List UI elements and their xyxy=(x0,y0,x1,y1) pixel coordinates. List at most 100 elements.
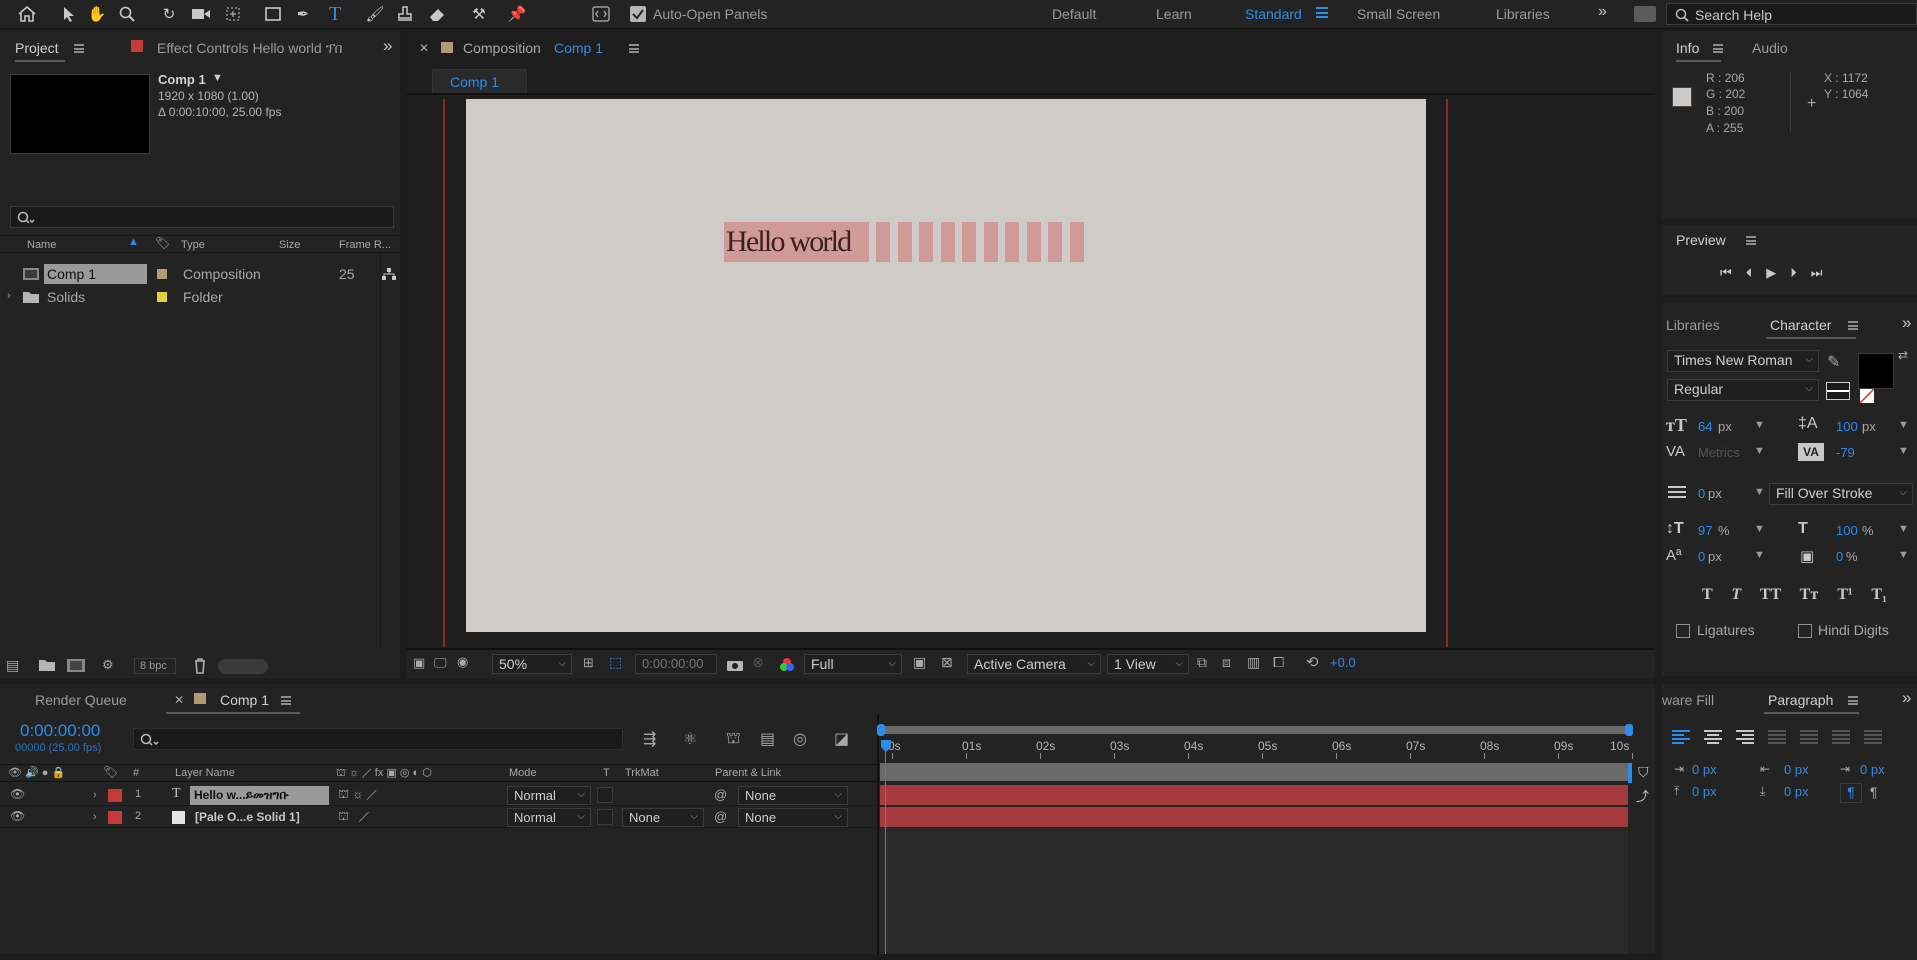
sync-settings-icon[interactable] xyxy=(1634,6,1656,22)
close-tab-icon[interactable]: ✕ xyxy=(419,41,429,55)
puppet-pin-tool-icon[interactable]: 📌 xyxy=(506,3,528,25)
pickwhip-icon[interactable]: @ xyxy=(714,809,727,824)
justify-all-icon[interactable] xyxy=(1864,730,1884,744)
layer-label-color[interactable] xyxy=(108,789,122,802)
space-before-value[interactable]: 0 px xyxy=(1692,784,1717,799)
tracking-value[interactable]: -79 xyxy=(1836,445,1855,460)
eraser-tool-icon[interactable] xyxy=(426,3,448,25)
timeline-icon[interactable]: ▥ xyxy=(1247,654,1260,671)
label-column-icon[interactable]: 🏷 xyxy=(155,236,170,250)
tab-libraries[interactable]: Libraries xyxy=(1666,317,1720,333)
tab-character[interactable]: Character xyxy=(1770,317,1831,333)
eyedropper-icon[interactable]: ✎ xyxy=(1827,352,1840,372)
baseline-shift-value[interactable]: 0 xyxy=(1698,549,1705,564)
subscript-icon[interactable]: T₁ xyxy=(1871,586,1886,603)
project-settings-icon[interactable]: ⚙ xyxy=(102,657,114,673)
tab-render-queue[interactable]: Render Queue xyxy=(35,692,127,708)
draft-3d-icon[interactable]: ⚛ xyxy=(683,729,697,749)
toggle-pixel-aspect-icon[interactable]: ⧉ xyxy=(1197,654,1207,671)
faux-italic-icon[interactable]: T xyxy=(1731,586,1741,603)
type-tool-icon[interactable]: T xyxy=(324,3,346,25)
layer-keyframe-icon[interactable]: ⤴ xyxy=(1636,786,1649,805)
workspace-libraries[interactable]: Libraries xyxy=(1496,6,1550,22)
trkmat-dropdown[interactable]: None ⌵ xyxy=(622,808,704,827)
rtl-direction-icon[interactable]: ¶ xyxy=(1870,784,1878,800)
fill-color-swatch[interactable] xyxy=(1858,353,1894,389)
kerning-value[interactable]: Metrics xyxy=(1698,445,1740,460)
workspace-standard[interactable]: Standard xyxy=(1245,6,1302,22)
small-caps-icon[interactable]: Tт xyxy=(1800,586,1819,603)
column-mode[interactable]: Mode xyxy=(509,767,537,779)
tab-info[interactable]: Info xyxy=(1676,40,1699,56)
superscript-icon[interactable]: T¹ xyxy=(1837,586,1852,603)
workspace-learn[interactable]: Learn xyxy=(1156,6,1192,22)
horizontal-scale-value[interactable]: 100 xyxy=(1836,523,1858,538)
layer-label-color[interactable] xyxy=(108,811,122,824)
font-size-dropdown-icon[interactable]: ▼ xyxy=(1754,419,1765,431)
tab-timeline-comp[interactable]: Comp 1 xyxy=(220,692,269,708)
composition-canvas[interactable]: Hello world xyxy=(466,99,1426,632)
work-area-bar[interactable] xyxy=(880,726,1630,734)
faux-bold-icon[interactable]: T xyxy=(1702,586,1712,603)
visibility-eye-icon[interactable]: 👁 xyxy=(10,809,25,823)
timeline-search-input[interactable] xyxy=(133,728,623,750)
stroke-width-value[interactable]: 0 xyxy=(1698,486,1705,501)
font-style-dropdown[interactable]: Regular ⌵ xyxy=(1667,379,1819,401)
visibility-eye-icon[interactable]: 👁 xyxy=(10,787,25,801)
expand-chevron-icon[interactable]: › xyxy=(93,789,97,801)
column-type[interactable]: Type xyxy=(181,239,205,251)
hindi-digits-checkbox[interactable] xyxy=(1798,624,1812,638)
tab-project[interactable]: Project xyxy=(15,40,59,58)
tab-ware-fill[interactable]: ware Fill xyxy=(1662,692,1714,708)
more-workspaces-icon[interactable]: » xyxy=(1598,3,1607,21)
brush-tool-icon[interactable]: 🖌 xyxy=(364,3,386,25)
parent-dropdown[interactable]: None ⌵ xyxy=(738,808,848,827)
project-item-solids[interactable]: › Solids Folder xyxy=(0,286,400,308)
tsume-value[interactable]: 0 xyxy=(1836,549,1843,564)
next-frame-icon[interactable]: ⏵ xyxy=(1790,265,1811,280)
current-timecode[interactable]: 0:00:00:00 xyxy=(20,721,100,741)
indent-first-value[interactable]: 0 px xyxy=(1860,762,1885,777)
canvas-text[interactable]: Hello world xyxy=(726,225,852,259)
transparency-grid-icon[interactable]: ⊠ xyxy=(941,654,953,671)
label-color[interactable] xyxy=(157,292,167,302)
time-ruler[interactable]: 0s 01s 02s 03s 04s 05s 06s 07s 08s 09s 10s xyxy=(880,736,1633,759)
frame-blending-icon[interactable]: ▤ xyxy=(760,729,775,749)
layer-row-1[interactable]: 👁 › 1 T Hello w...ይመዝግቡ ⛫ ☼ ⟋ Normal ⌵ @ … xyxy=(0,785,877,806)
tsume-dropdown-icon[interactable]: ▼ xyxy=(1898,549,1909,561)
layer-2-duration-bar[interactable] xyxy=(880,807,1628,827)
space-after-value[interactable]: 0 px xyxy=(1784,784,1809,799)
expand-chevron-icon[interactable]: › xyxy=(7,290,11,302)
comp-subtab[interactable]: Comp 1 xyxy=(432,69,527,93)
workspace-small-screen[interactable]: Small Screen xyxy=(1357,6,1440,22)
column-trkmat[interactable]: TrkMat xyxy=(625,767,659,779)
indent-left-value[interactable]: 0 px xyxy=(1692,762,1717,777)
comp-marker-bin-icon[interactable]: ⛉ xyxy=(1638,764,1649,781)
home-icon[interactable] xyxy=(16,3,38,25)
work-area-start-handle[interactable] xyxy=(877,724,885,736)
show-snapshot-icon[interactable]: ⊗ xyxy=(752,654,764,671)
column-frame-rate[interactable]: Frame R... xyxy=(339,239,391,251)
work-area-end-handle[interactable] xyxy=(1625,724,1633,736)
fit-icon[interactable]: ⊞ xyxy=(583,655,594,671)
preserve-transparency-toggle[interactable] xyxy=(597,809,613,825)
column-size[interactable]: Size xyxy=(279,239,300,251)
sort-ascending-icon[interactable]: ▲ xyxy=(128,236,139,248)
column-layer-name[interactable]: Layer Name xyxy=(175,767,235,779)
current-time-field[interactable]: 0:00:00:00 xyxy=(635,654,717,674)
comp-mini-flowchart-icon[interactable]: ⇶ xyxy=(643,729,656,749)
paragraph-menu-icon[interactable] xyxy=(1848,696,1858,705)
panel-overflow-icon[interactable]: » xyxy=(1902,688,1911,708)
close-tab-icon[interactable]: ✕ xyxy=(174,693,184,707)
previous-frame-icon[interactable]: ⏴ xyxy=(1746,265,1767,280)
vertical-scale-value[interactable]: 97 xyxy=(1698,523,1712,538)
primary-viewer-icon[interactable]: 🖵 xyxy=(434,655,447,671)
shy-switch-icon[interactable]: ⛫ ☼ ⟋ xyxy=(338,787,377,803)
all-caps-icon[interactable]: TT xyxy=(1760,586,1781,603)
no-stroke-icon[interactable] xyxy=(1860,389,1874,403)
stroke-width-dropdown-icon[interactable]: ▼ xyxy=(1754,486,1765,498)
expand-chevron-icon[interactable]: › xyxy=(93,811,97,823)
workspace-menu-icon[interactable] xyxy=(1316,7,1328,18)
justify-last-left-icon[interactable] xyxy=(1768,730,1788,744)
pan-behind-tool-icon[interactable] xyxy=(222,3,244,25)
